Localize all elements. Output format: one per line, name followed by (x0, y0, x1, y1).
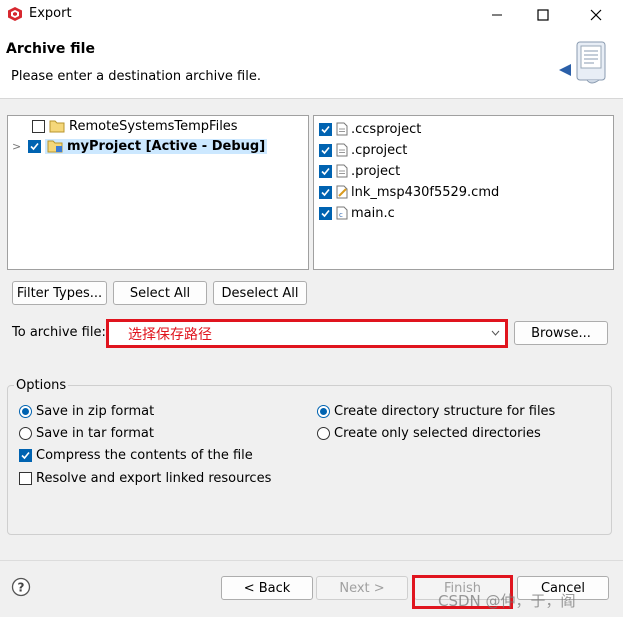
tar-format-label: Save in tar format (36, 426, 154, 441)
tree-item-label: myProject [Active - Debug] (67, 138, 266, 154)
checkbox[interactable] (319, 164, 332, 178)
options-title: Options (14, 378, 69, 393)
tree-item-label: RemoteSystemsTempFiles (69, 118, 238, 134)
create-selected-radio[interactable]: Create only selected directories (317, 426, 541, 441)
file-item-label: .cproject (351, 142, 408, 158)
expand-chevron-icon[interactable]: > (12, 140, 28, 153)
tree-item-myproject[interactable]: > myProject [Active - Debug] (12, 136, 268, 156)
checkbox[interactable] (32, 119, 45, 133)
checkbox[interactable] (319, 143, 332, 157)
checkbox[interactable] (19, 472, 32, 485)
csdn-watermark: CSDN @仲，于，阎 (438, 592, 576, 610)
c-file-icon: c (336, 206, 348, 220)
svg-text:c: c (339, 211, 343, 219)
file-list[interactable]: .ccsproject .cproject .project lnk_msp43… (313, 115, 614, 270)
zip-format-radio[interactable]: Save in zip format (19, 404, 154, 419)
minimize-button[interactable] (474, 0, 520, 30)
filter-types-button[interactable]: Filter Types... (12, 281, 107, 305)
resolve-linked-checkbox[interactable]: Resolve and export linked resources (19, 471, 271, 486)
page-title: Archive file (6, 41, 95, 57)
checkbox[interactable] (319, 206, 332, 220)
close-icon (590, 9, 602, 21)
zip-format-label: Save in zip format (36, 404, 155, 419)
browse-button[interactable]: Browse... (514, 321, 608, 345)
minimize-icon (492, 14, 502, 16)
checkbox[interactable] (319, 122, 332, 136)
linker-file-icon (336, 185, 348, 199)
file-item-cmd[interactable]: lnk_msp430f5529.cmd (319, 182, 499, 202)
resolve-linked-label: Resolve and export linked resources (36, 471, 272, 486)
archive-file-label: To archive file: (12, 325, 106, 340)
maximize-icon (537, 9, 549, 21)
back-button[interactable]: < Back (221, 576, 313, 600)
checkbox[interactable] (319, 185, 332, 199)
compress-label: Compress the contents of the file (36, 448, 253, 463)
help-icon[interactable]: ? (11, 577, 31, 597)
next-button[interactable]: Next > (316, 576, 408, 600)
create-structure-label: Create directory structure for files (334, 404, 556, 419)
radio-unselected[interactable] (19, 427, 32, 440)
file-item-label: .project (351, 163, 401, 179)
select-all-button[interactable]: Select All (113, 281, 207, 305)
radio-selected[interactable] (19, 405, 32, 418)
folder-icon (49, 120, 65, 133)
radio-unselected[interactable] (317, 427, 330, 440)
svg-text:?: ? (18, 581, 25, 595)
file-item-label: lnk_msp430f5529.cmd (351, 184, 500, 200)
selected-row: myProject [Active - Debug] (45, 138, 268, 154)
file-item-label: main.c (351, 205, 395, 221)
page-subtitle: Please enter a destination archive file. (11, 69, 261, 84)
project-tree[interactable]: RemoteSystemsTempFiles > myProject [Acti… (7, 115, 309, 270)
file-item-ccsproject[interactable]: .ccsproject (319, 119, 421, 139)
file-item-main-c[interactable]: c main.c (319, 203, 395, 223)
file-item-project[interactable]: .project (319, 161, 400, 181)
maximize-button[interactable] (520, 0, 566, 30)
footer-divider (0, 560, 623, 561)
checkbox[interactable] (28, 139, 41, 153)
create-structure-radio[interactable]: Create directory structure for files (317, 404, 555, 419)
file-icon (336, 164, 348, 178)
tree-item-remotesystemstempfiles[interactable]: RemoteSystemsTempFiles (32, 116, 238, 136)
checkbox[interactable] (19, 449, 32, 462)
close-button[interactable] (573, 0, 619, 30)
file-item-cproject[interactable]: .cproject (319, 140, 407, 160)
file-item-label: .ccsproject (351, 121, 422, 137)
app-logo-icon (8, 7, 22, 21)
deselect-all-button[interactable]: Deselect All (213, 281, 307, 305)
tar-format-radio[interactable]: Save in tar format (19, 426, 154, 441)
create-selected-label: Create only selected directories (334, 426, 541, 441)
project-folder-icon (47, 140, 63, 153)
compress-checkbox[interactable]: Compress the contents of the file (19, 448, 253, 463)
annotation-box (106, 319, 508, 348)
file-icon (336, 122, 348, 136)
radio-selected[interactable] (317, 405, 330, 418)
window-title: Export (29, 6, 72, 21)
file-icon (336, 143, 348, 157)
export-wizard-icon (559, 41, 606, 84)
